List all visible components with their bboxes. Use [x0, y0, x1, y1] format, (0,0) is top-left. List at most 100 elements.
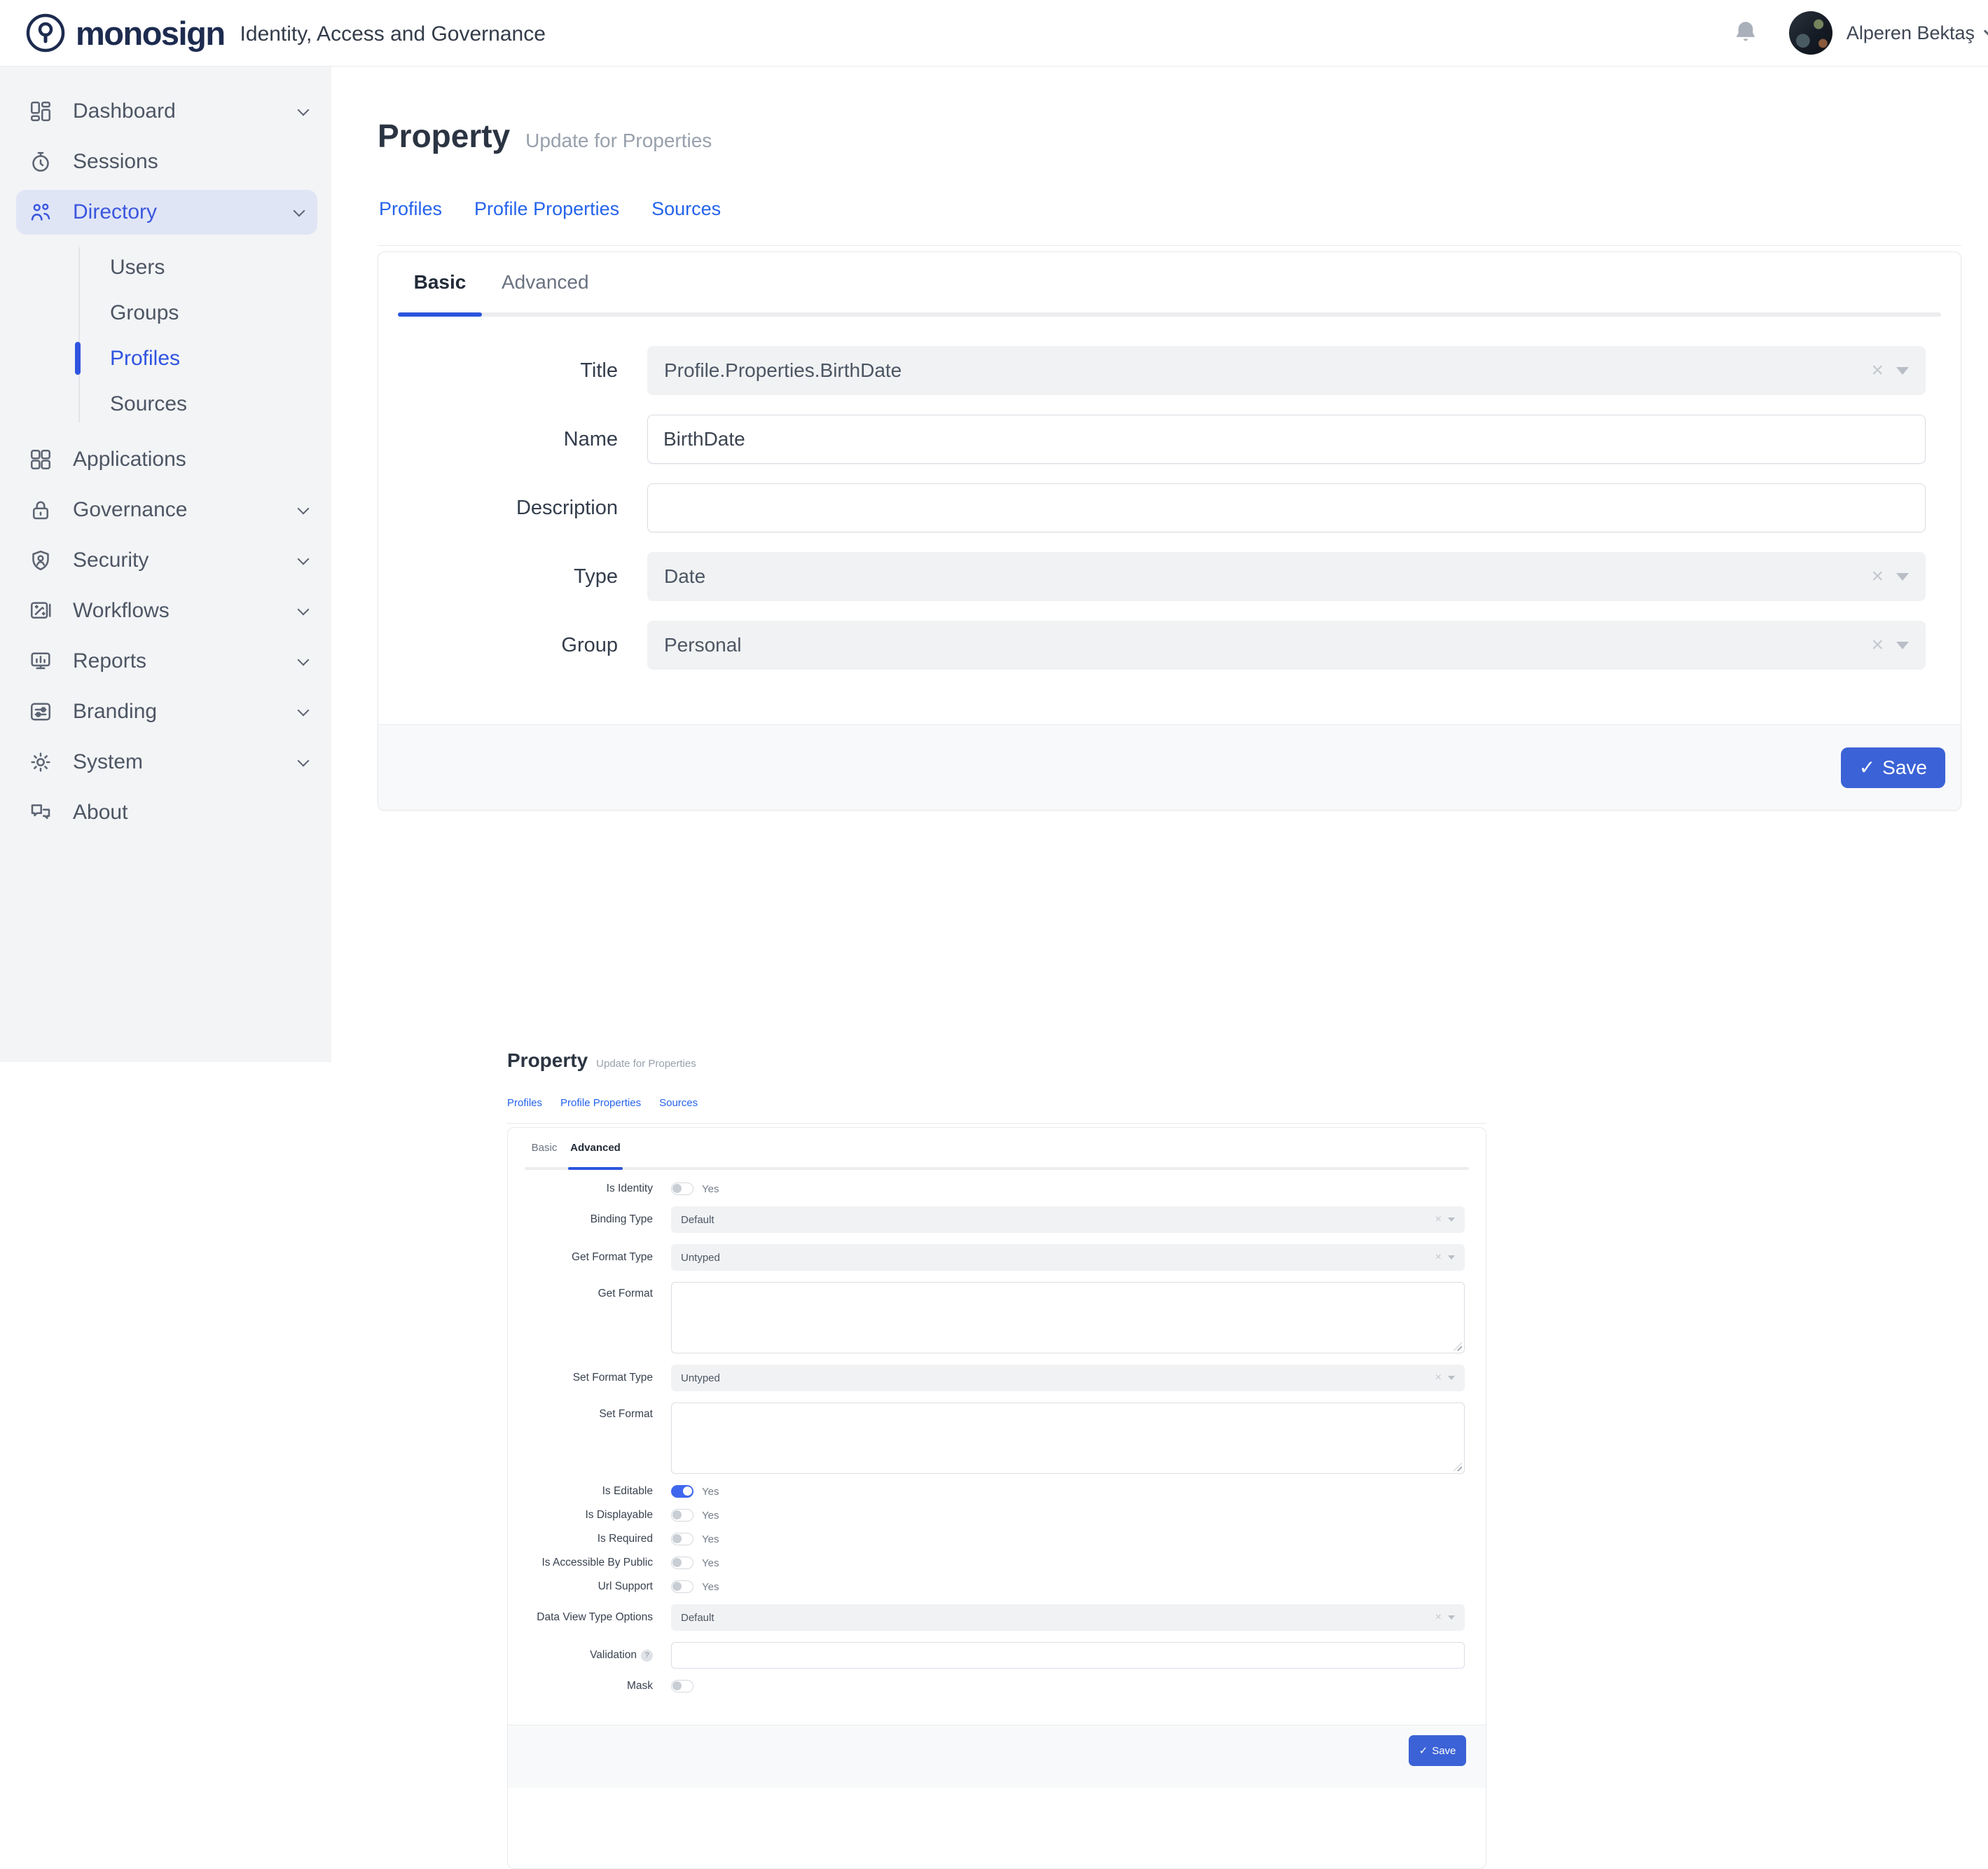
user-menu-chevron-down-icon[interactable] [1984, 23, 1988, 38]
get-format-textarea[interactable] [671, 1282, 1465, 1353]
brand: monosign Identity, Access and Governance [0, 13, 546, 53]
title-select[interactable]: Profile.Properties.BirthDate × [647, 346, 1926, 395]
description-input[interactable] [647, 483, 1926, 532]
field-label: Is Required [508, 1533, 671, 1545]
group-select[interactable]: Personal × [647, 621, 1926, 670]
sidebar-item-applications[interactable]: Applications [0, 434, 331, 485]
sidebar-item-label: Reports [73, 649, 146, 673]
toggle-suffix: Yes [702, 1510, 719, 1522]
tab-underline-track [525, 1167, 1469, 1170]
chevron-down-icon[interactable] [298, 502, 310, 514]
is-required-toggle[interactable] [671, 1533, 693, 1545]
tab-advanced[interactable]: Advanced [568, 1142, 623, 1154]
is-accessible-by-public-toggle[interactable] [671, 1557, 693, 1569]
set-format-type-select[interactable]: Untyped × [671, 1365, 1465, 1391]
type-select[interactable]: Date × [647, 552, 1926, 601]
help-icon[interactable]: ? [641, 1650, 653, 1662]
is-displayable-toggle[interactable] [671, 1509, 693, 1522]
clear-icon[interactable]: × [1435, 1214, 1442, 1225]
sidebar-item-branding[interactable]: Branding [0, 687, 331, 737]
form-row-is-identity: Is Identity Yes [508, 1182, 1465, 1195]
is-identity-toggle[interactable] [671, 1182, 693, 1195]
save-button[interactable]: ✓ Save [1409, 1735, 1466, 1766]
sidebar-item-governance[interactable]: Governance [0, 485, 331, 535]
sidebar-item-security[interactable]: Security [0, 535, 331, 586]
sidebar-item-dashboard[interactable]: Dashboard [0, 86, 331, 137]
chevron-down-icon[interactable] [298, 754, 310, 766]
sidebar-item-sources[interactable]: Sources [0, 381, 331, 427]
caret-down-icon[interactable] [1448, 1376, 1455, 1380]
gear-icon [28, 750, 53, 775]
caret-down-icon[interactable] [1448, 1615, 1455, 1620]
shield-user-icon [28, 548, 53, 573]
save-label: Save [1432, 1745, 1456, 1757]
chevron-down-icon[interactable] [298, 603, 310, 615]
field-label: Get Format Type [508, 1251, 671, 1264]
link-sources[interactable]: Sources [659, 1097, 698, 1109]
advanced-screenshot-section: Property Update for Properties Profiles … [507, 1049, 1486, 1869]
caret-down-icon[interactable] [1896, 573, 1909, 581]
notifications-bell-icon[interactable] [1732, 18, 1760, 48]
monosign-logo-icon [25, 13, 66, 53]
link-profile-properties[interactable]: Profile Properties [474, 198, 619, 220]
link-profiles[interactable]: Profiles [507, 1097, 542, 1109]
toggle-knob [672, 1558, 682, 1567]
validation-input[interactable] [671, 1642, 1465, 1669]
get-format-type-select[interactable]: Untyped × [671, 1244, 1465, 1271]
mask-toggle[interactable] [671, 1680, 693, 1692]
sidebar-item-label: Applications [73, 448, 186, 471]
caret-down-icon[interactable] [1896, 642, 1909, 649]
toggle-knob [672, 1510, 682, 1519]
caret-down-icon[interactable] [1448, 1218, 1455, 1222]
binding-type-select[interactable]: Default × [671, 1206, 1465, 1233]
link-profile-properties[interactable]: Profile Properties [560, 1097, 641, 1109]
sidebar-item-directory[interactable]: Directory [16, 190, 317, 235]
clear-icon[interactable]: × [1871, 635, 1884, 656]
data-view-type-options-select[interactable]: Default × [671, 1604, 1465, 1631]
clear-icon[interactable]: × [1435, 1252, 1442, 1263]
tab-bar: Basic Advanced [508, 1128, 1486, 1167]
chevron-down-icon[interactable] [298, 553, 310, 565]
page-subtitle: Update for Properties [596, 1058, 696, 1070]
sidebar-item-system[interactable]: System [0, 737, 331, 787]
sidebar-item-label: Directory [73, 200, 157, 224]
link-sources[interactable]: Sources [651, 198, 721, 220]
sidebar-item-about[interactable]: About [0, 787, 331, 838]
chevron-down-icon[interactable] [298, 104, 310, 116]
clear-icon[interactable]: × [1871, 360, 1884, 381]
form-row-get-format: Get Format [508, 1282, 1465, 1353]
caret-down-icon[interactable] [1448, 1255, 1455, 1260]
form-row-is-accessible-by-public: Is Accessible By Public Yes [508, 1557, 1465, 1569]
tab-basic[interactable]: Basic [398, 271, 482, 294]
form-row-is-displayable: Is Displayable Yes [508, 1509, 1465, 1522]
apps-grid-icon [28, 447, 53, 472]
user-avatar[interactable] [1789, 11, 1832, 55]
sidebar-item-users[interactable]: Users [0, 244, 331, 290]
sidebar-item-groups[interactable]: Groups [0, 290, 331, 336]
sidebar-item-reports[interactable]: Reports [0, 636, 331, 687]
tab-basic[interactable]: Basic [525, 1142, 564, 1154]
save-button[interactable]: ✓ Save [1841, 747, 1945, 788]
field-label: Title [378, 359, 647, 382]
name-input[interactable] [647, 415, 1926, 464]
is-editable-toggle[interactable] [671, 1485, 693, 1498]
sidebar-item-label: Governance [73, 498, 187, 522]
clear-icon[interactable]: × [1871, 566, 1884, 587]
active-tab-underline [398, 312, 482, 317]
user-name[interactable]: Alperen Bektaş [1847, 22, 1975, 44]
clear-icon[interactable]: × [1435, 1612, 1442, 1623]
url-support-toggle[interactable] [671, 1580, 693, 1593]
link-profiles[interactable]: Profiles [379, 198, 442, 220]
check-icon: ✓ [1859, 756, 1875, 779]
set-format-textarea[interactable] [671, 1402, 1465, 1474]
page-title: Property [378, 117, 510, 155]
chevron-down-icon[interactable] [294, 205, 305, 216]
clear-icon[interactable]: × [1435, 1372, 1442, 1384]
sidebar-item-profiles[interactable]: Profiles [0, 336, 331, 381]
sidebar-item-workflows[interactable]: Workflows [0, 586, 331, 636]
caret-down-icon[interactable] [1896, 367, 1909, 375]
tab-advanced[interactable]: Advanced [493, 271, 598, 294]
chevron-down-icon[interactable] [298, 654, 310, 665]
chevron-down-icon[interactable] [298, 704, 310, 716]
sidebar-item-sessions[interactable]: Sessions [0, 137, 331, 187]
